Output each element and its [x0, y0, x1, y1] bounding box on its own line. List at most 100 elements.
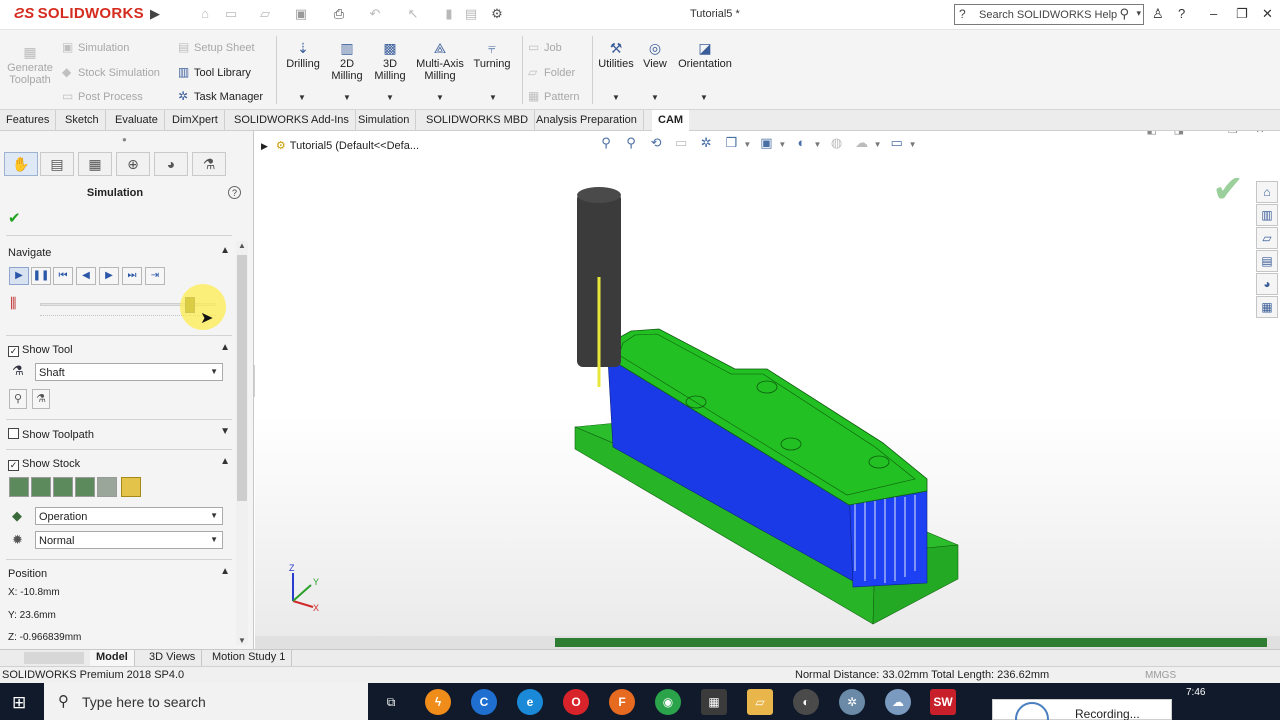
options-gear-icon[interactable]: ⚙: [488, 5, 506, 23]
chevron-down-icon[interactable]: ▼: [436, 93, 444, 102]
tab-property-manager[interactable]: ▦: [78, 152, 112, 176]
utilities-button[interactable]: ⚒ Utilities: [596, 40, 636, 70]
show-stock-section-header[interactable]: ✓ Show Stock ▲: [0, 455, 234, 473]
help-search-input[interactable]: ? Search SOLIDWORKS Help ⚲ ▾: [954, 4, 1144, 25]
ok-check-button[interactable]: ✔: [8, 209, 21, 227]
task-view-icon[interactable]: ⧉: [378, 689, 404, 715]
tab-evaluate[interactable]: Evaluate: [109, 110, 165, 131]
chevron-up-icon[interactable]: ▲: [220, 456, 230, 467]
rewind-button[interactable]: ⏮: [53, 267, 73, 285]
tool-display-select[interactable]: Shaft ▼: [35, 363, 223, 381]
chevron-down-icon[interactable]: ▾: [1136, 8, 1141, 19]
home-icon[interactable]: ⌂: [196, 5, 214, 23]
chevron-down-icon[interactable]: ▼: [386, 93, 394, 102]
step-forward-button[interactable]: ▶: [99, 267, 119, 285]
orientation-button[interactable]: ◪ Orientation: [674, 40, 736, 70]
stock-shaded-button[interactable]: [9, 477, 29, 497]
job-button[interactable]: ▭ Job: [528, 40, 562, 54]
show-stock-checkbox[interactable]: ✓: [8, 460, 19, 471]
chevron-down-icon[interactable]: ▼: [220, 426, 230, 437]
chevron-down-icon[interactable]: ▼: [651, 93, 659, 102]
chevron-down-icon[interactable]: ▼: [298, 93, 306, 102]
solidworks-taskbar-icon[interactable]: SW: [930, 689, 956, 715]
new-document-icon[interactable]: ▭: [222, 5, 240, 23]
folder-button[interactable]: ▱ Folder: [528, 65, 575, 79]
show-tool-section-header[interactable]: ✓ Show Tool ▲: [0, 341, 234, 359]
chrome-browser-icon[interactable]: ◉: [655, 689, 681, 715]
view-button[interactable]: ◎ View: [638, 40, 672, 70]
tab-cam[interactable]: CAM: [652, 110, 690, 131]
opera-browser-icon[interactable]: O: [563, 689, 589, 715]
pause-button[interactable]: ❚❚: [31, 267, 51, 285]
panel-scrollbar[interactable]: ▲ ▼: [236, 241, 248, 645]
task-manager-button[interactable]: ✲ Task Manager: [178, 89, 263, 103]
tool-library-button[interactable]: ▥ Tool Library: [178, 65, 251, 79]
chevron-down-icon[interactable]: ▼: [700, 93, 708, 102]
scrollbar-thumb[interactable]: [237, 255, 247, 501]
chevron-up-icon[interactable]: ▲: [220, 566, 230, 577]
tab-scroll-arrows[interactable]: [24, 652, 84, 664]
recording-indicator[interactable]: Recording...: [992, 699, 1172, 720]
3d-milling-button[interactable]: ▩ 3D Milling: [369, 40, 411, 82]
help-icon[interactable]: ?: [1178, 6, 1185, 21]
app-icon[interactable]: ☁: [885, 689, 911, 715]
graphics-viewport[interactable]: ▶ ⚙ Tutorial5 (Default<<Defa... ⚲ ⚲ ⟲ ▭ ✲ …: [255, 131, 1280, 649]
chevron-down-icon[interactable]: ▼: [489, 93, 497, 102]
user-icon[interactable]: ♙: [1152, 6, 1164, 22]
scroll-up-icon[interactable]: ▲: [238, 241, 246, 250]
tool-holder-button[interactable]: ⚲: [9, 389, 27, 409]
restore-button[interactable]: ❐: [1236, 6, 1248, 22]
windows-start-icon[interactable]: ⊞: [12, 693, 26, 713]
firefox-browser-icon[interactable]: F: [609, 689, 635, 715]
pattern-button[interactable]: ▦ Pattern: [528, 89, 579, 103]
help-icon[interactable]: ?: [228, 186, 241, 199]
tab-model[interactable]: Model: [90, 650, 135, 666]
tab-configuration-manager[interactable]: ⊕: [116, 152, 150, 176]
post-process-button[interactable]: ▭ Post Process: [62, 89, 143, 103]
multi-axis-milling-button[interactable]: ⟁ Multi-Axis Milling: [412, 40, 468, 82]
goto-end-button[interactable]: ⇥: [145, 267, 165, 285]
tab-cam-manager[interactable]: ✋: [4, 152, 38, 176]
search-icon[interactable]: ⚲: [1119, 6, 1129, 22]
taskbar-clock[interactable]: 7:46: [1186, 687, 1205, 698]
file-properties-icon[interactable]: ▤: [462, 5, 480, 23]
stock-simulation-button[interactable]: ◆ Stock Simulation: [62, 65, 160, 79]
minimize-button[interactable]: –: [1210, 6, 1217, 21]
app-icon[interactable]: ✲: [839, 689, 865, 715]
tab-feature-tree[interactable]: ▤: [40, 152, 74, 176]
chevron-down-icon[interactable]: ▼: [612, 93, 620, 102]
2d-milling-button[interactable]: ▥ 2D Milling: [326, 40, 368, 82]
simulation-button[interactable]: ▣ Simulation: [62, 40, 129, 54]
setup-sheet-button[interactable]: ▤ Setup Sheet: [178, 40, 255, 54]
tab-tool-manager[interactable]: ⚗: [192, 152, 226, 176]
tab-solidworks-mbd[interactable]: SOLIDWORKS MBD: [420, 110, 536, 131]
stock-wireframe-button[interactable]: [53, 477, 73, 497]
tab-sketch[interactable]: Sketch: [59, 110, 106, 131]
show-toolpath-checkbox[interactable]: [8, 428, 19, 439]
part-model-3d[interactable]: [255, 131, 1280, 649]
stock-highlight-button[interactable]: [121, 477, 141, 497]
file-explorer-icon[interactable]: ▱: [747, 689, 773, 715]
generate-toolpath-button[interactable]: ▦ Generate Toolpath: [4, 44, 56, 86]
tab-simulation[interactable]: Simulation: [352, 110, 417, 131]
undo-icon[interactable]: ↶: [366, 5, 384, 23]
chevron-down-icon[interactable]: ▼: [343, 93, 351, 102]
scroll-down-icon[interactable]: ▼: [238, 636, 246, 645]
chevron-up-icon[interactable]: ▲: [220, 245, 230, 256]
calculator-icon[interactable]: ▦: [701, 689, 727, 715]
stock-color-mode-select[interactable]: Operation ▼: [35, 507, 223, 525]
solidworks-logo[interactable]: ƧS SOLIDWORKS: [14, 5, 144, 22]
stock-compare-button[interactable]: [97, 477, 117, 497]
edge-browser-icon[interactable]: e: [517, 689, 543, 715]
taskbar-search-input[interactable]: ⚲ Type here to search: [44, 683, 368, 720]
tab-dimxpert[interactable]: DimXpert: [166, 110, 225, 131]
stock-edges-button[interactable]: [75, 477, 95, 497]
navigate-section-header[interactable]: Navigate ▲: [0, 244, 234, 262]
step-back-button[interactable]: ◀: [76, 267, 96, 285]
stock-display-select[interactable]: Normal ▼: [35, 531, 223, 549]
app-icon[interactable]: C: [471, 689, 497, 715]
tab-3d-views[interactable]: 3D Views: [143, 650, 203, 666]
play-button[interactable]: ▶: [9, 267, 29, 285]
open-icon[interactable]: ▱: [256, 5, 274, 23]
app-icon[interactable]: ◐: [793, 689, 819, 715]
